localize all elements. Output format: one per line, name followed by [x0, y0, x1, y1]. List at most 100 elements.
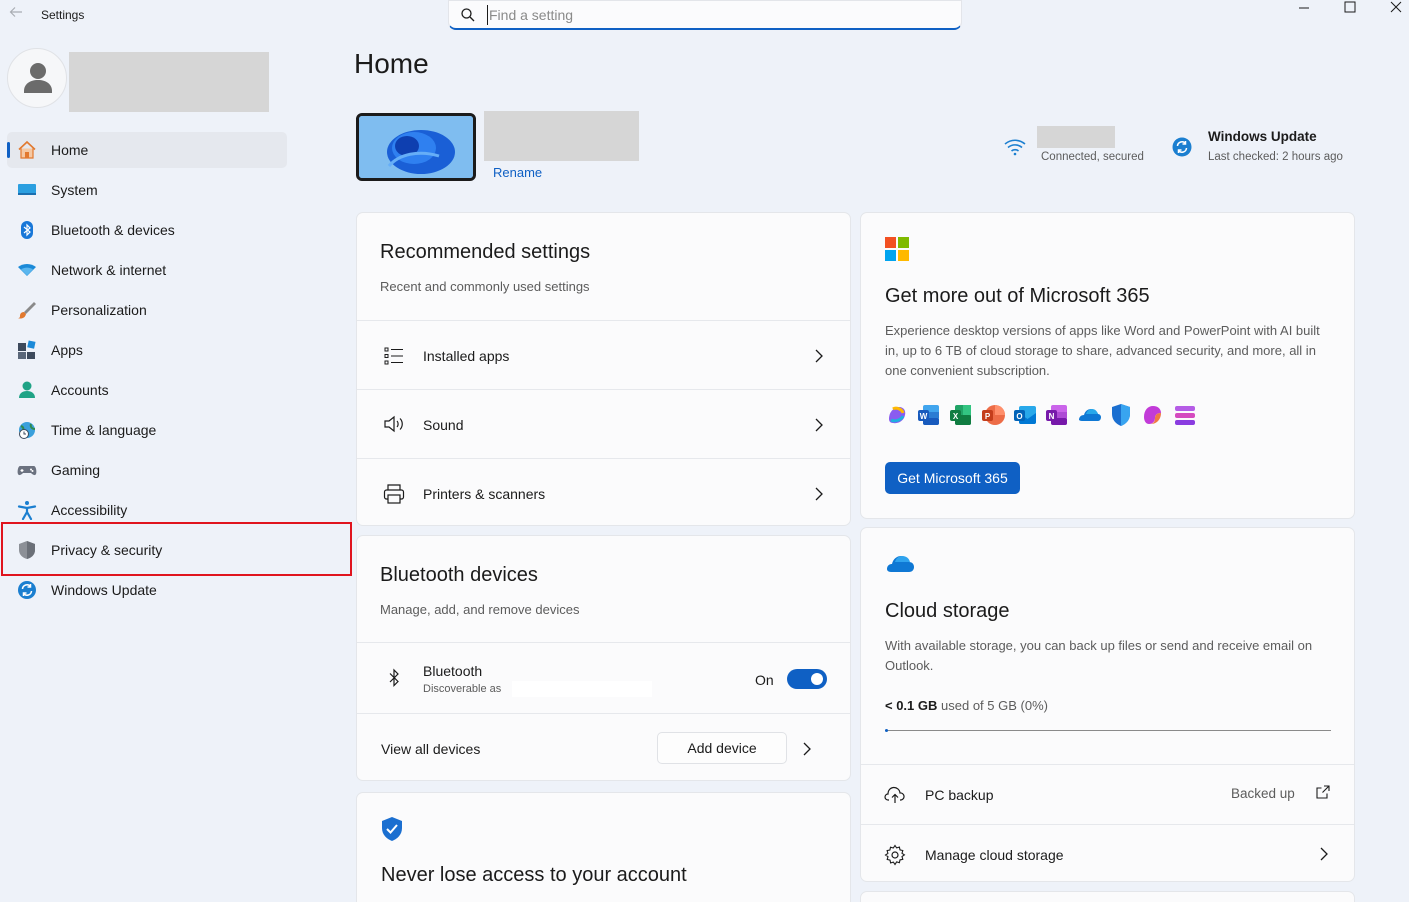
- printers-scanners-row[interactable]: Printers & scanners: [357, 458, 850, 526]
- excel-icon: X: [950, 405, 971, 425]
- row-label: Printers & scanners: [423, 486, 546, 502]
- accessibility-icon: [16, 499, 38, 521]
- bluetooth-label: Bluetooth: [423, 663, 483, 679]
- microsoft-logo-icon: [885, 237, 909, 261]
- speaker-icon: [384, 415, 403, 433]
- rename-link[interactable]: Rename: [493, 165, 542, 180]
- sidebar-item-personalization[interactable]: Personalization: [7, 292, 287, 328]
- chevron-right-icon: [815, 487, 823, 501]
- sidebar-item-apps[interactable]: Apps: [7, 332, 287, 368]
- sidebar-item-accounts[interactable]: Accounts: [7, 372, 287, 408]
- bluetooth-devices-card: Bluetooth devices Manage, add, and remov…: [356, 535, 851, 781]
- account-security-card: Never lose access to your account: [356, 792, 851, 902]
- get-microsoft-365-button[interactable]: Get Microsoft 365: [885, 462, 1020, 494]
- backup-status: Backed up: [1231, 786, 1295, 801]
- pc-backup-row[interactable]: PC backup Backed up: [861, 764, 1354, 824]
- sidebar-item-windows-update[interactable]: Windows Update: [7, 572, 287, 608]
- cloud-upload-icon: [884, 786, 905, 803]
- maximize-button[interactable]: [1327, 0, 1373, 30]
- search-input[interactable]: [487, 5, 927, 25]
- avatar[interactable]: [7, 48, 67, 108]
- outlook-icon: O: [1014, 406, 1036, 424]
- storage-used-amount: < 0.1 GB: [885, 698, 938, 713]
- brush-icon: [16, 299, 38, 321]
- windows-update-icon: [1172, 137, 1192, 157]
- bluetooth-row: Bluetooth Discoverable as On: [357, 642, 850, 713]
- external-link-icon: [1316, 785, 1330, 799]
- bluetooth-toggle[interactable]: [787, 669, 827, 689]
- row-label: Sound: [423, 417, 464, 433]
- cloud-storage-card: Cloud storage With available storage, yo…: [860, 527, 1355, 882]
- sidebar-item-bluetooth[interactable]: Bluetooth & devices: [7, 212, 287, 248]
- card-title: Never lose access to your account: [381, 864, 687, 886]
- row-label: Installed apps: [423, 348, 510, 364]
- sidebar-item-label: Home: [51, 142, 89, 158]
- installed-apps-row[interactable]: Installed apps: [357, 320, 850, 389]
- sound-row[interactable]: Sound: [357, 389, 850, 458]
- chevron-right-icon: [803, 742, 811, 756]
- svg-text:P: P: [985, 412, 991, 421]
- device-name-redacted: [484, 111, 639, 161]
- system-icon: [16, 179, 38, 201]
- sidebar-item-label: Network & internet: [51, 262, 167, 278]
- network-name-redacted: [1037, 126, 1115, 148]
- sidebar-item-label: Windows Update: [51, 582, 157, 598]
- sidebar-item-label: Accessibility: [51, 502, 128, 518]
- device-wallpaper-thumbnail: [356, 113, 476, 181]
- powerpoint-icon: P: [982, 405, 1005, 425]
- sidebar-item-system[interactable]: System: [7, 172, 287, 208]
- recommended-settings-card: Recommended settings Recent and commonly…: [356, 212, 851, 526]
- designer-icon: [1175, 406, 1195, 425]
- storage-usage-text: < 0.1 GB used of 5 GB (0%): [885, 698, 1048, 713]
- onedrive-icon: [887, 556, 914, 572]
- storage-progress-track: [885, 730, 1331, 731]
- manage-cloud-storage-row[interactable]: Manage cloud storage: [861, 824, 1354, 883]
- time-language-icon: [16, 419, 38, 441]
- printer-icon: [383, 484, 405, 504]
- defender-icon: [1112, 404, 1130, 426]
- copilot-icon: [889, 406, 906, 424]
- search-icon: [461, 8, 475, 22]
- microsoft-365-card: Get more out of Microsoft 365 Experience…: [860, 212, 1355, 519]
- network-status: Connected, secured: [1041, 151, 1144, 163]
- word-icon: W: [918, 405, 939, 425]
- highlight-annotation: [1, 522, 352, 576]
- gamepad-icon: [16, 459, 38, 481]
- close-button[interactable]: [1373, 0, 1409, 30]
- storage-used-detail: used of 5 GB (0%): [941, 698, 1048, 713]
- device-name-redacted: [512, 681, 652, 697]
- title-bar: Settings: [0, 0, 1409, 30]
- list-icon: [384, 347, 403, 365]
- sidebar-item-label: Gaming: [51, 462, 101, 478]
- card-title: Get more out of Microsoft 365: [885, 285, 1150, 307]
- sidebar-item-label: Apps: [51, 342, 83, 358]
- clipchamp-icon: [1144, 406, 1161, 424]
- discoverable-label: Discoverable as: [423, 683, 502, 695]
- back-arrow-icon[interactable]: [6, 4, 26, 24]
- svg-text:O: O: [1016, 412, 1022, 421]
- sidebar-item-label: Personalization: [51, 302, 147, 318]
- accounts-icon: [16, 379, 38, 401]
- view-all-devices-row[interactable]: View all devices Add device: [357, 713, 850, 781]
- sidebar-item-network[interactable]: Network & internet: [7, 252, 287, 288]
- card-title: Bluetooth devices: [380, 564, 538, 586]
- card-subtitle: Recent and commonly used settings: [380, 279, 590, 294]
- add-device-button[interactable]: Add device: [657, 732, 787, 764]
- bloom-wallpaper-icon: [359, 116, 473, 178]
- user-name-redacted: [69, 52, 269, 112]
- minimize-button[interactable]: [1281, 0, 1327, 30]
- card-description: With available storage, you can back up …: [885, 638, 1313, 673]
- page-title: Home: [354, 48, 429, 79]
- sidebar-item-gaming[interactable]: Gaming: [7, 452, 287, 488]
- sidebar-item-home[interactable]: Home: [7, 132, 287, 168]
- windows-update-icon: [16, 579, 38, 601]
- sidebar-item-time-language[interactable]: Time & language: [7, 412, 287, 448]
- sidebar-item-label: Bluetooth & devices: [51, 222, 175, 238]
- sidebar-item-label: Accounts: [51, 382, 109, 398]
- sidebar-item-label: Time & language: [51, 422, 157, 438]
- user-icon: [24, 63, 52, 93]
- windows-update-title[interactable]: Windows Update: [1208, 129, 1317, 144]
- card-title: Cloud storage: [885, 600, 1010, 622]
- onedrive-icon: [1079, 409, 1101, 421]
- search-box[interactable]: [448, 0, 962, 30]
